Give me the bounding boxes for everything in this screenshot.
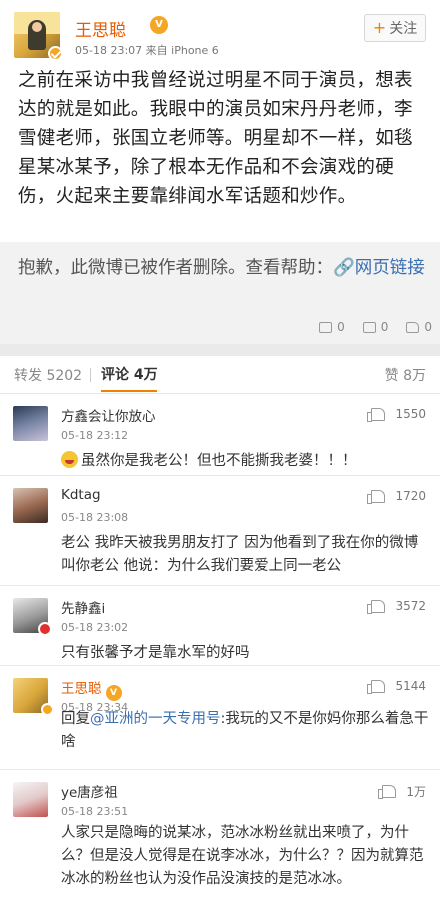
tab-repost[interactable]: 转发 5202 (14, 365, 82, 385)
vip-icon: V (150, 16, 168, 34)
post-text: 之前在采访中我曾经说过明星不同于演员，想表达的就是如此。我眼中的演员如宋丹丹老师… (18, 70, 413, 207)
tab-separator (90, 368, 91, 382)
comment-like-count: 3572 (395, 599, 426, 613)
comment-icon (362, 321, 376, 333)
interaction-tabs: 转发 5202 评论 4万 赞 8万 (0, 356, 440, 394)
forwarded-block[interactable]: 抱歉，此微博已被作者删除。查看帮助：🔗网页链接 0 0 0 (0, 242, 440, 344)
verified-icon (48, 46, 63, 61)
verified-icon (41, 703, 54, 716)
repost-icon (319, 321, 333, 333)
commenter-name[interactable]: 先静鑫i (61, 597, 105, 617)
comment-text: 老公 我昨天被我男朋友打了 因为他看到了我在你的微博叫你老公 他说：为什么我们要… (61, 535, 419, 574)
deleted-notice: 抱歉，此微博已被作者删除。查看帮助： (18, 258, 333, 278)
forwarded-repost-count: 0 (337, 320, 345, 334)
follow-button[interactable]: + 关注 (364, 14, 426, 42)
comment-like-count: 1550 (395, 407, 426, 421)
comment-like-button[interactable]: 5144 (367, 679, 426, 694)
forwarded-repost-button[interactable]: 0 (319, 318, 345, 336)
follow-label: 关注 (389, 21, 418, 37)
forwarded-actions: 0 0 0 (301, 318, 432, 336)
comment-text: 回复@亚洲的一天专用号:我玩的又不是你妈你那么着急干啥 (61, 708, 429, 754)
comment-text: 人家只是隐晦的说某冰，范冰冰粉丝就出来喷了，为什么？但是没人觉得是在说李冰冰，为… (61, 825, 424, 887)
web-link[interactable]: 🔗网页链接 (333, 258, 425, 278)
comment-like-count: 1万 (406, 785, 426, 799)
commenter-name-text: 王思聪 (61, 681, 102, 697)
like-icon (406, 321, 420, 333)
thumbs-up-icon (367, 407, 386, 422)
comment-time: 05-18 23:02 (61, 621, 129, 634)
avatar-face (32, 22, 42, 32)
laughing-emoji-icon (61, 451, 78, 468)
active-tab-indicator (101, 390, 157, 392)
forwarded-comment-count: 0 (380, 320, 389, 334)
comment-like-button[interactable]: 1720 (367, 489, 426, 504)
comment-text: 只有张馨予才是靠水军的好吗 (61, 645, 250, 661)
comment-text: 虽然你是我老公！但也不能撕我老婆！！！ (61, 450, 429, 473)
thumbs-up-icon (367, 679, 386, 694)
thumbs-up-icon (378, 785, 397, 799)
comment-item: 王思聪 V 05-18 23:34 5144 回复@亚洲的一天专用号:我玩的又不是… (0, 666, 440, 770)
comment-like-button[interactable]: 3572 (367, 599, 426, 614)
comment-like-button[interactable]: 1550 (367, 407, 426, 422)
web-link-label: 网页链接 (354, 258, 425, 278)
comment-item: 方鑫会让你放心 05-18 23:12 1550 虽然你是我老公！但也不能撕我老… (0, 394, 440, 476)
comment-like-button[interactable]: 1万 (378, 783, 426, 800)
commenter-name[interactable]: ye唐彦祖 (61, 781, 118, 801)
comment-item: Kdtag 05-18 23:08 1720 老公 我昨天被我男朋友打了 因为他… (0, 476, 440, 586)
forwarded-like-count: 0 (424, 320, 432, 334)
vip-icon: V (105, 685, 122, 701)
comment-body: 虽然你是我老公！但也不能撕我老婆！！！ (81, 453, 357, 469)
commenter-name[interactable]: Kdtag (61, 487, 101, 503)
link-icon: 🔗 (333, 258, 355, 278)
commenter-avatar[interactable] (13, 782, 48, 817)
comment-like-count: 5144 (395, 679, 426, 693)
commenter-name[interactable]: 方鑫会让你放心 (61, 405, 156, 425)
section-divider (0, 344, 440, 356)
post-meta: 05-18 23:07 来自 iPhone 6 (75, 44, 219, 57)
comment-item: ye唐彦祖 05-18 23:51 1万 人家只是隐晦的说某冰，范冰冰粉丝就出来… (0, 770, 440, 915)
plus-icon: + (372, 18, 387, 37)
weibo-post: 王思聪 V 05-18 23:07 来自 iPhone 6 + 关注 之前在采访中… (0, 0, 440, 258)
commenter-avatar[interactable] (13, 406, 48, 441)
mention-link[interactable]: @亚洲的一天专用号 (90, 711, 221, 727)
post-header: 王思聪 V 05-18 23:07 来自 iPhone 6 + 关注 (14, 12, 426, 61)
thumbs-up-icon (367, 489, 386, 504)
comment-time: 05-18 23:51 (61, 805, 129, 818)
author-name[interactable]: 王思聪 (75, 16, 126, 41)
commenter-name[interactable]: 王思聪 V (61, 677, 122, 701)
commenter-avatar[interactable] (13, 488, 48, 523)
comment-time: 05-18 23:12 (61, 429, 129, 442)
forwarded-text: 抱歉，此微博已被作者删除。查看帮助：🔗网页链接 (18, 254, 428, 282)
member-badge-icon (38, 622, 52, 636)
comment-time: 05-18 23:08 (61, 511, 129, 524)
forwarded-like-button[interactable]: 0 (406, 318, 432, 336)
comment-item: 先静鑫i 05-18 23:02 3572 只有张馨予才是靠水军的好吗 (0, 586, 440, 666)
forwarded-comment-button[interactable]: 0 (362, 318, 389, 336)
tab-comment[interactable]: 评论 4万 (101, 364, 158, 384)
tab-likes[interactable]: 赞 8万 (385, 365, 426, 385)
reply-prefix: 回复 (61, 711, 90, 727)
comment-like-count: 1720 (395, 489, 426, 503)
thumbs-up-icon (367, 599, 386, 614)
